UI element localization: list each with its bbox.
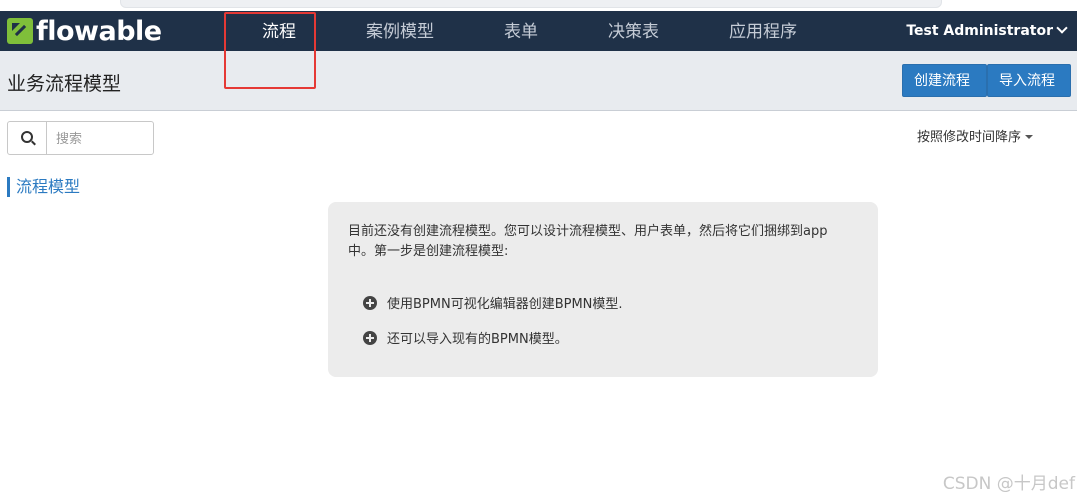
user-menu[interactable]: Test Administrator bbox=[906, 11, 1068, 51]
import-bpmn-option-label: 还可以导入现有的BPMN模型。 bbox=[387, 332, 568, 347]
import-bpmn-option[interactable]: 还可以导入现有的BPMN模型。 bbox=[363, 328, 568, 347]
nav-decision-tables[interactable]: 决策表 bbox=[608, 11, 659, 51]
logo-text: flowable bbox=[36, 15, 162, 47]
nav-case-models[interactable]: 案例模型 bbox=[366, 11, 434, 51]
page-title: 业务流程模型 bbox=[7, 73, 122, 95]
search-input[interactable] bbox=[54, 128, 153, 150]
watermark: CSDN @十月def bbox=[942, 474, 1075, 494]
user-name: Test Administrator bbox=[906, 23, 1053, 39]
create-bpmn-option[interactable]: 使用BPMN可视化编辑器创建BPMN模型. bbox=[363, 293, 623, 312]
search-icon bbox=[21, 131, 33, 143]
address-bar-edge bbox=[120, 0, 942, 8]
nav-forms[interactable]: 表单 bbox=[504, 11, 538, 51]
create-bpmn-option-label: 使用BPMN可视化编辑器创建BPMN模型. bbox=[387, 297, 623, 312]
page-header: 业务流程模型 创建流程 导入流程 bbox=[0, 51, 1077, 111]
search-box bbox=[7, 121, 154, 155]
section-title: 流程模型 bbox=[7, 177, 80, 197]
empty-state-panel: 目前还没有创建流程模型。您可以设计流程模型、用户表单，然后将它们捆绑到app中。… bbox=[328, 202, 878, 377]
import-process-button[interactable]: 导入流程 bbox=[987, 64, 1071, 97]
browser-top-strip bbox=[0, 0, 1079, 11]
flowable-logo[interactable]: flowable bbox=[7, 15, 162, 47]
flowable-logo-icon bbox=[7, 18, 33, 44]
nav-apps[interactable]: 应用程序 bbox=[729, 11, 797, 51]
sort-dropdown[interactable]: 按照修改时间降序 bbox=[917, 126, 1033, 145]
top-navbar: flowable 流程 案例模型 表单 决策表 应用程序 Test Admini… bbox=[0, 11, 1077, 51]
create-process-button[interactable]: 创建流程 bbox=[902, 64, 987, 97]
search-button[interactable] bbox=[8, 122, 47, 154]
chevron-down-icon bbox=[1056, 22, 1068, 34]
empty-state-message: 目前还没有创建流程模型。您可以设计流程模型、用户表单，然后将它们捆绑到app中。… bbox=[348, 224, 828, 259]
plus-circle-icon bbox=[363, 330, 377, 345]
caret-down-icon bbox=[1025, 135, 1033, 139]
sort-label: 按照修改时间降序 bbox=[916, 130, 1021, 145]
plus-circle-icon bbox=[363, 295, 377, 310]
annotation-highlight-box bbox=[224, 12, 316, 89]
